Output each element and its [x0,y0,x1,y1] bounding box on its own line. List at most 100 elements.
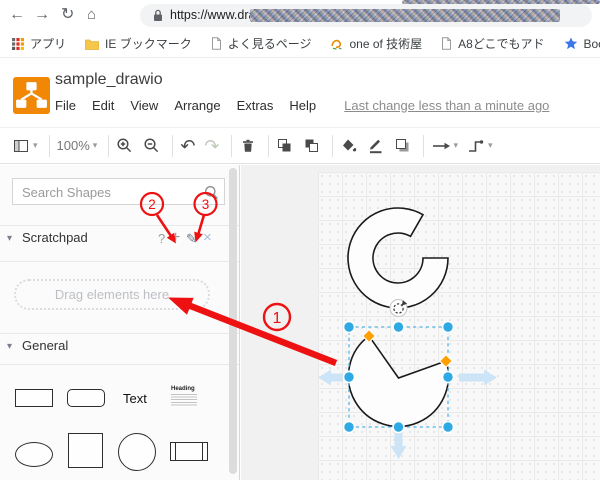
bookmark-a8[interactable]: A8どこでもアド [441,35,544,52]
last-change-link[interactable]: Last change less than a minute ago [344,98,549,113]
shape-search-input[interactable] [20,180,204,205]
caret-down-icon: ▾ [93,140,98,151]
bookmark-label: IE ブックマーク [105,35,192,52]
zoom-out-button[interactable] [143,137,161,155]
sidebar-scrollbar[interactable] [229,168,237,474]
app-header: sample_drawio File Edit View Arrange Ext… [0,58,600,128]
document-title: sample_drawio [55,71,163,89]
bookmark-apps[interactable]: アプリ [12,35,66,52]
line-color-button[interactable] [367,137,385,155]
scratchpad-add-icon[interactable]: + [171,229,180,247]
menu-help[interactable]: Help [289,98,316,113]
reload-icon[interactable]: ↻ [61,4,74,26]
url-redacted-blur [250,9,560,22]
view-panel-icon [12,137,30,155]
drawio-logo-glyph [13,77,50,114]
line-color-icon [367,137,385,155]
caret-down-icon: ▾ [33,140,38,151]
zoom-in-icon [116,137,134,155]
menu-arrange[interactable]: Arrange [174,98,220,113]
shape-textbox[interactable]: Heading [171,386,198,409]
textbox-heading-label: Heading [171,386,198,392]
shape-rectangle[interactable] [15,389,53,407]
shadow-button[interactable] [394,137,412,155]
to-back-icon [303,137,321,155]
caret-down-icon: ▾ [488,140,493,151]
scratchpad-title[interactable]: Scratchpad [22,230,88,245]
bookmark-label: よく見るページ [228,35,312,52]
shape-search-box[interactable] [12,178,225,205]
zoom-level-button[interactable]: 100% ▾ [57,138,98,153]
bookmark-bookmarks[interactable]: Bookmarks [564,37,600,51]
textbox-body-lines [171,394,197,407]
view-panel-button[interactable]: ▾ [12,137,38,155]
connection-arrow-button[interactable]: ▾ [431,138,459,154]
pen-scribble-icon [330,37,343,50]
menu-bar: File Edit View Arrange Extras Help Last … [55,98,549,113]
shape-ellipse[interactable] [15,442,53,467]
zoom-level: 100% [57,138,90,153]
zoom-out-icon [143,137,161,155]
scratchpad-edit-icon[interactable]: ✎ [186,231,197,247]
page-grid[interactable] [318,172,600,480]
shapes-sidebar: ▾ Scratchpad ? + ✎ × Drag elements here … [0,165,240,480]
to-front-icon [276,137,294,155]
scratchpad-close-icon[interactable]: × [203,229,212,246]
home-icon[interactable]: ⌂ [87,4,96,26]
apps-grid-icon [12,38,24,50]
shape-circle[interactable] [118,433,156,471]
toolbar: ▾ 100% ▾ ↶ ↷ [0,128,600,164]
lock-icon [153,9,163,22]
tab-title-redacted-blur [402,0,600,4]
fill-color-button[interactable] [340,137,358,155]
shape-text[interactable]: Text [123,391,147,406]
shape-process[interactable] [170,442,208,461]
delete-button[interactable] [239,137,257,155]
shadow-icon [394,137,412,155]
scratchpad-drop-area[interactable]: Drag elements here [14,279,210,310]
bookmark-frequent[interactable]: よく見るページ [211,35,312,52]
menu-extras[interactable]: Extras [237,98,274,113]
scratchpad-help-icon[interactable]: ? [158,231,165,246]
menu-edit[interactable]: Edit [92,98,114,113]
page-icon [211,37,222,50]
address-bar[interactable]: https://www.draw.io/ [140,4,592,27]
folder-icon [85,38,99,50]
fill-color-icon [340,137,358,155]
menu-file[interactable]: File [55,98,76,113]
shape-square[interactable] [68,433,103,468]
bookmark-label: A8どこでもアド [458,35,544,52]
star-icon [564,37,578,50]
drawing-canvas[interactable] [241,165,600,480]
search-icon [204,185,219,200]
scratchpad-collapse-icon[interactable]: ▾ [7,233,12,244]
drawio-logo [13,77,50,114]
caret-down-icon: ▾ [454,140,459,151]
back-icon[interactable]: ← [9,4,25,26]
to-front-button[interactable] [276,137,294,155]
process-inner-line [202,443,203,460]
browser-navbar: ← → ↻ ⌂ https://www.draw.io/ [0,0,600,30]
elbow-connector-icon [467,138,485,154]
trash-icon [239,137,257,155]
bookmark-label: Bookmarks [584,37,600,51]
bookmark-label: アプリ [30,35,66,52]
arrow-right-icon [431,138,451,154]
shape-rounded-rectangle[interactable] [67,389,105,407]
undo-button[interactable]: ↶ [180,138,195,154]
general-collapse-icon[interactable]: ▾ [7,341,12,352]
bookmark-ie[interactable]: IE ブックマーク [85,35,192,52]
menu-view[interactable]: View [130,98,158,113]
bookmarks-bar: アプリ IE ブックマーク よく見るページ one of 技術屋 A8どこでもア… [0,30,600,58]
zoom-in-button[interactable] [116,137,134,155]
page-icon [441,37,452,50]
forward-icon[interactable]: → [34,4,50,26]
to-back-button[interactable] [303,137,321,155]
bookmark-oneof[interactable]: one of 技術屋 [330,35,422,52]
process-inner-line [175,443,176,460]
main-area: ▾ Scratchpad ? + ✎ × Drag elements here … [0,165,600,480]
waypoint-style-button[interactable]: ▾ [467,138,493,154]
bookmark-label: one of 技術屋 [349,35,422,52]
redo-button[interactable]: ↷ [204,138,219,154]
general-section-title[interactable]: General [22,338,68,353]
